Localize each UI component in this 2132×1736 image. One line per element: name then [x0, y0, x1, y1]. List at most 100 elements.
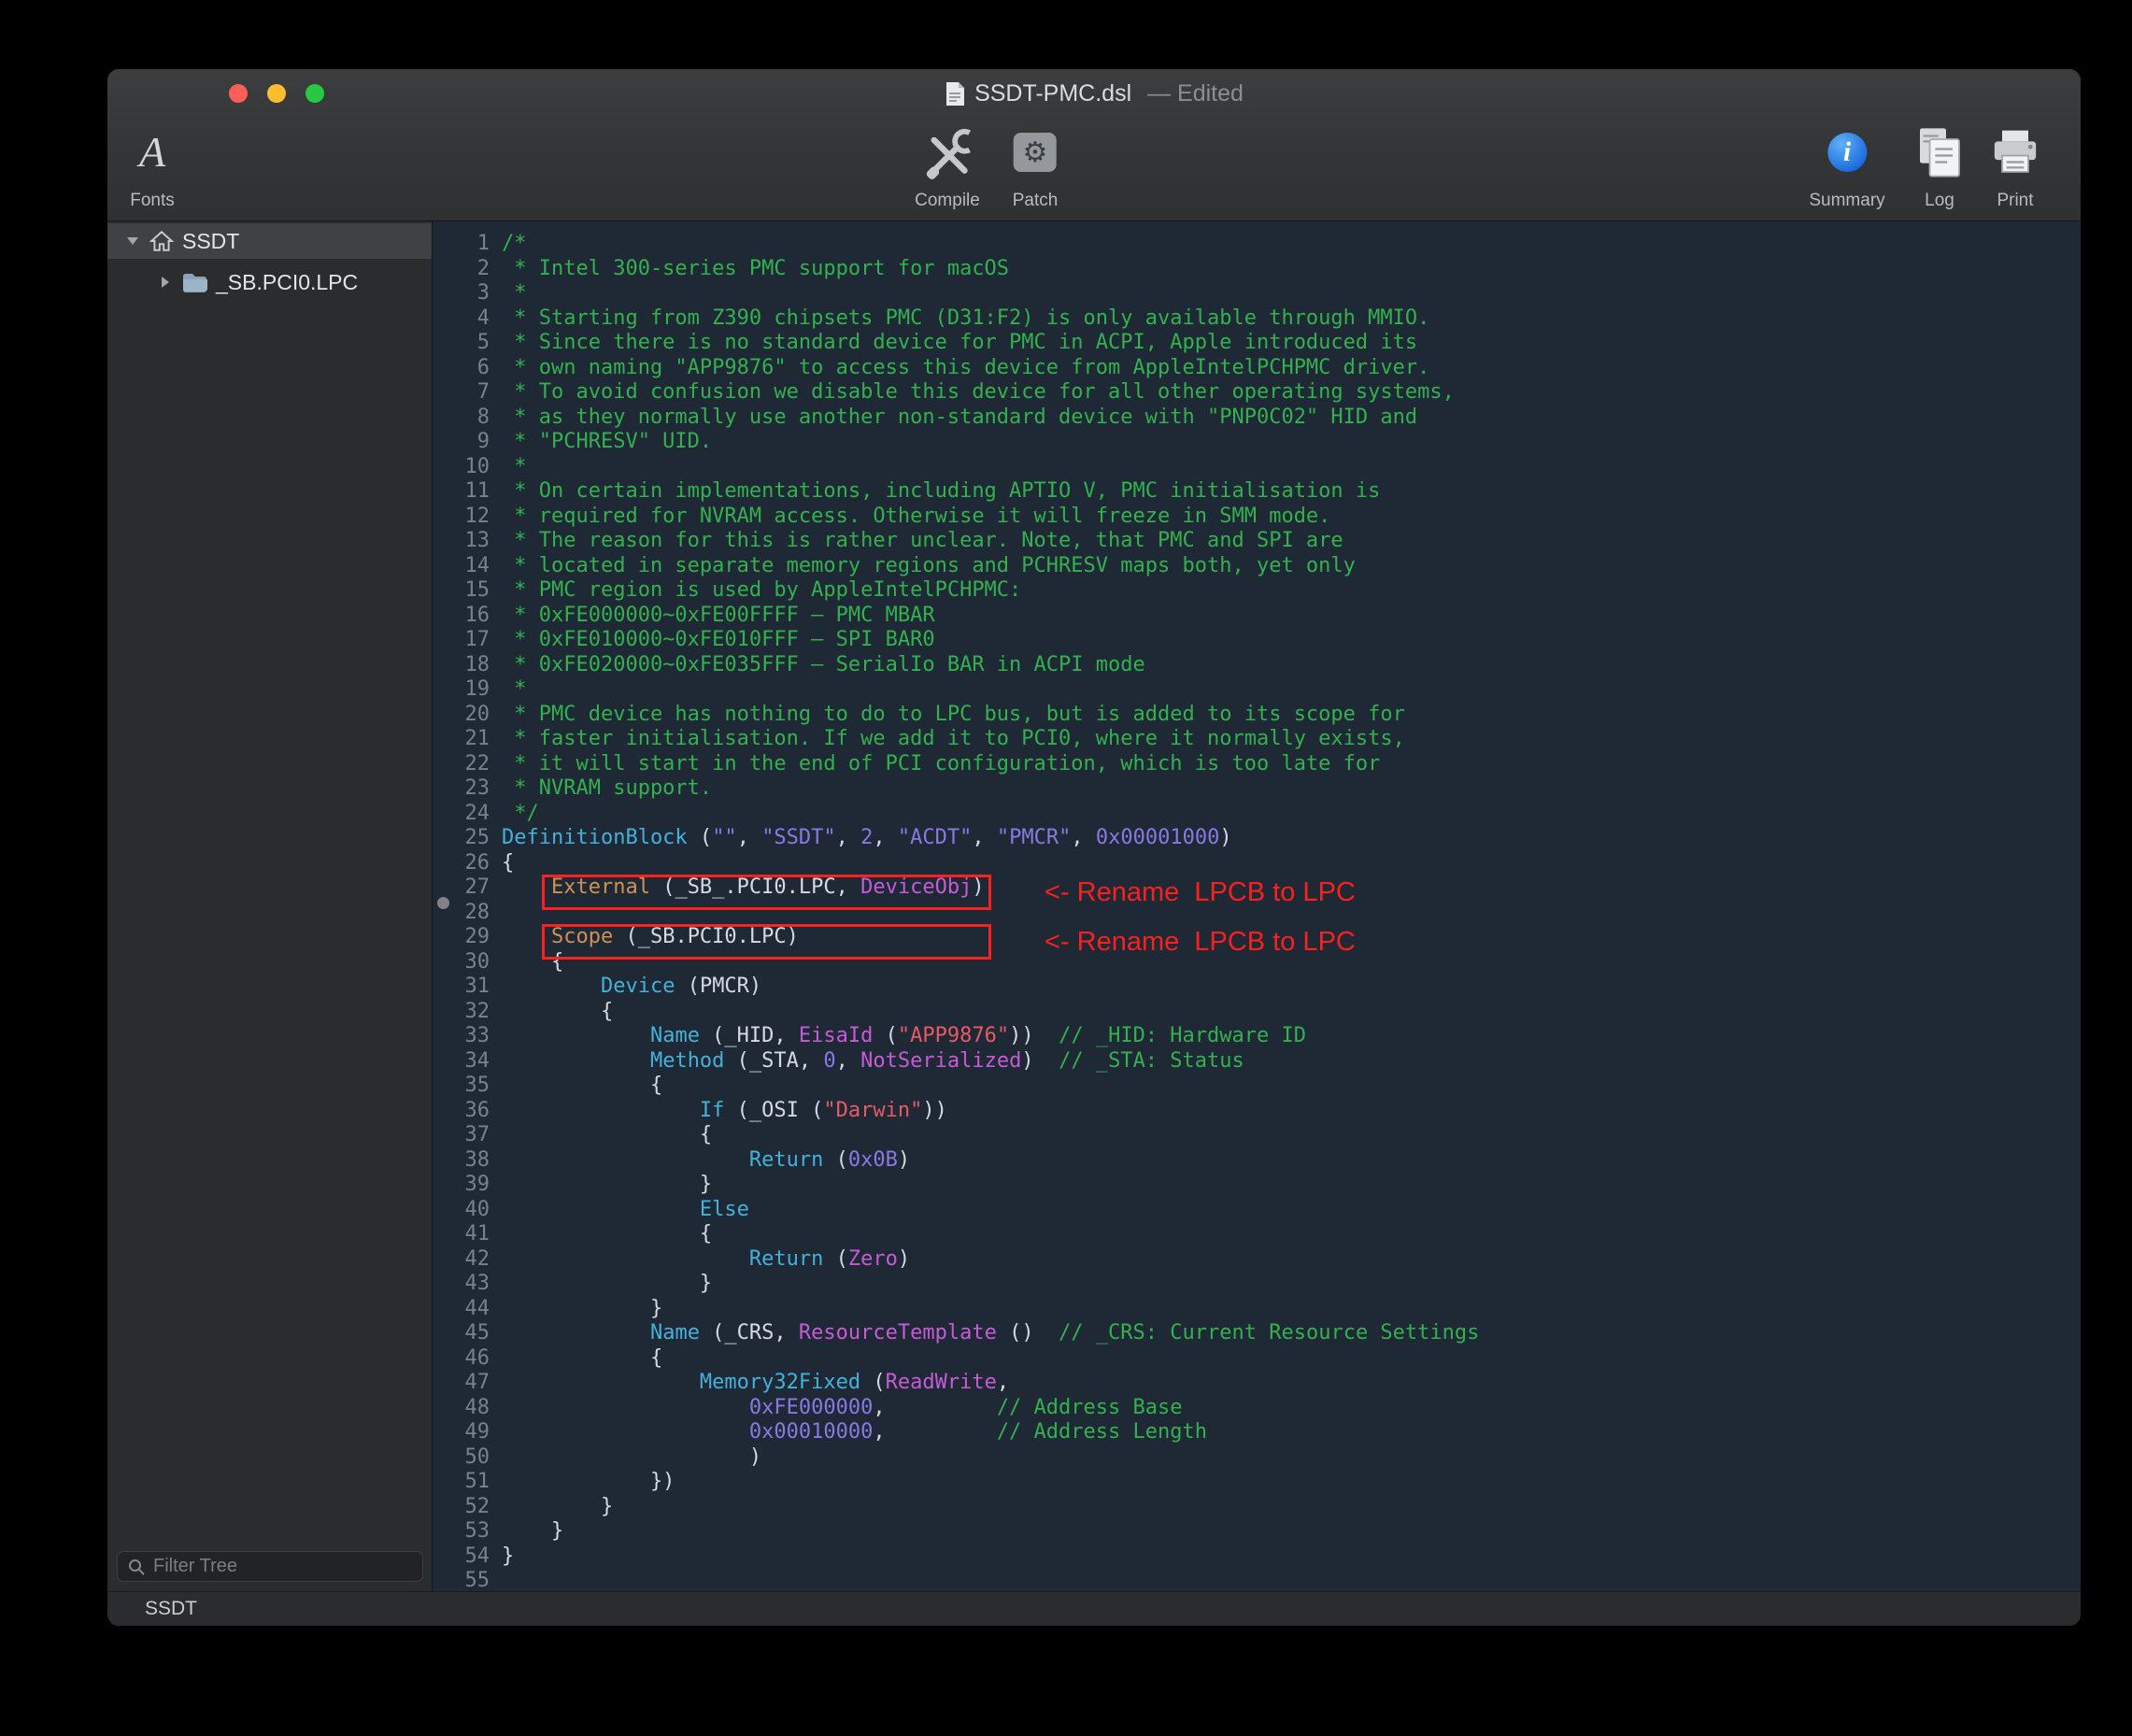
line-number: 44	[434, 1297, 490, 1322]
summary-label: Summary	[1809, 191, 1884, 211]
code-line: /*	[502, 232, 1479, 257]
window-header: SSDT-PMC.dsl — Edited A Fonts Compile	[107, 69, 2081, 221]
line-number: 38	[434, 1148, 490, 1174]
code-line: If (_OSI ("Darwin"))	[502, 1099, 1479, 1124]
fonts-button[interactable]: A Fonts	[130, 121, 175, 211]
sidebar-item-label: _SB.PCI0.LPC	[216, 270, 358, 295]
code-line: * Starting from Z390 chipsets PMC (D31:F…	[502, 306, 1479, 332]
line-number: 45	[434, 1321, 490, 1346]
code-line: Method (_STA, 0, NotSerialized) // _STA:…	[502, 1049, 1479, 1074]
code-line: * On certain implementations, including …	[502, 479, 1479, 505]
edited-badge: — Edited	[1141, 80, 1244, 107]
filter-input[interactable]	[153, 1556, 413, 1577]
fonts-icon: A	[139, 131, 165, 174]
code-line: *	[502, 281, 1479, 306]
compile-label: Compile	[915, 191, 980, 211]
line-number: 15	[434, 578, 490, 604]
line-number: 51	[434, 1470, 490, 1495]
rename-annotation-label: <- Rename LPCB to LPC	[1045, 924, 1356, 960]
disclosure-open-icon[interactable]	[124, 234, 141, 249]
code-line: Return (0x0B)	[502, 1148, 1479, 1174]
summary-button[interactable]: i Summary	[1809, 121, 1884, 211]
line-number: 54	[434, 1544, 490, 1570]
code-line: * 0xFE010000~0xFE010FFF – SPI BAR0	[502, 628, 1479, 653]
line-numbers: 1234567891011121314151617181920212223242…	[434, 232, 490, 1591]
code-line: * as they normally use another non-stand…	[502, 406, 1479, 431]
line-number: 4	[434, 306, 490, 332]
log-icon	[1915, 126, 1964, 178]
code-line: Else	[502, 1198, 1479, 1223]
house-icon	[149, 230, 174, 252]
log-label: Log	[1925, 191, 1954, 211]
code-line: * 0xFE000000~0xFE00FFFF – PMC MBAR	[502, 604, 1479, 629]
sidebar-item-sb-pci0-lpc[interactable]: _SB.PCI0.LPC	[107, 264, 432, 300]
line-number: 50	[434, 1445, 490, 1471]
line-number: 9	[434, 430, 490, 455]
rename-annotation-box-scope	[542, 924, 991, 960]
line-number: 5	[434, 331, 490, 356]
line-number: 29	[434, 925, 490, 950]
print-icon	[1989, 128, 2041, 177]
code-line: * Intel 300-series PMC support for macOS	[502, 257, 1479, 282]
line-number: 39	[434, 1173, 490, 1198]
code-line: {	[502, 1074, 1479, 1099]
log-button[interactable]: Log	[1915, 121, 1964, 211]
line-number: 22	[434, 752, 490, 777]
line-number: 52	[434, 1495, 490, 1520]
print-button[interactable]: Print	[1989, 121, 2041, 211]
code-line: }	[502, 1173, 1479, 1198]
line-number: 14	[434, 554, 490, 579]
folder-icon	[181, 272, 207, 292]
line-number: 55	[434, 1569, 490, 1591]
status-text: SSDT	[145, 1598, 197, 1620]
line-number: 19	[434, 677, 490, 703]
fonts-label: Fonts	[130, 191, 175, 211]
line-number: 49	[434, 1420, 490, 1445]
line-number: 23	[434, 776, 490, 802]
sidebar: SSDT _SB.PCI0.LPC	[107, 221, 433, 1591]
gutter-marker-dot	[437, 897, 449, 909]
patch-label: Patch	[1013, 191, 1059, 211]
line-number: 7	[434, 380, 490, 406]
code-line: {	[502, 1000, 1479, 1025]
patch-icon: ⚙	[1014, 133, 1057, 172]
code-editor[interactable]: 1234567891011121314151617181920212223242…	[434, 221, 2081, 1591]
code-line: 0x00010000, // Address Length	[502, 1420, 1479, 1445]
code-line: * 0xFE020000~0xFE035FFF – SerialIo BAR i…	[502, 653, 1479, 678]
line-number: 25	[434, 826, 490, 851]
line-number: 40	[434, 1198, 490, 1223]
compile-button[interactable]: Compile	[915, 121, 980, 211]
code-line: }	[502, 1544, 1479, 1570]
filter-field[interactable]	[117, 1551, 423, 1582]
line-number: 42	[434, 1247, 490, 1273]
code-line: Name (_CRS, ResourceTemplate () // _CRS:…	[502, 1321, 1479, 1346]
code-line: {	[502, 1123, 1479, 1148]
code-line: )	[502, 1445, 1479, 1471]
status-bar: SSDT	[107, 1591, 2081, 1626]
line-number: 10	[434, 455, 490, 480]
line-number: 8	[434, 406, 490, 431]
code-line: {	[502, 1346, 1479, 1372]
app-window: SSDT-PMC.dsl — Edited A Fonts Compile	[107, 69, 2081, 1626]
code-lines[interactable]: /* * Intel 300-series PMC support for ma…	[502, 232, 1479, 1591]
code-line: Return (Zero)	[502, 1247, 1479, 1273]
code-line: DefinitionBlock ("", "SSDT", 2, "ACDT", …	[502, 826, 1479, 851]
code-line: * faster initialisation. If we add it to…	[502, 727, 1479, 752]
line-number: 2	[434, 257, 490, 282]
code-line: 0xFE000000, // Address Base	[502, 1396, 1479, 1421]
patch-button[interactable]: ⚙ Patch	[1013, 121, 1059, 211]
print-label: Print	[1997, 191, 2033, 211]
code-line: Memory32Fixed (ReadWrite,	[502, 1371, 1479, 1396]
code-line: {	[502, 1222, 1479, 1247]
line-number: 31	[434, 975, 490, 1000]
window-title: SSDT-PMC.dsl	[974, 80, 1131, 107]
rename-annotation-label: <- Rename LPCB to LPC	[1045, 875, 1356, 910]
code-line: })	[502, 1470, 1479, 1495]
line-number: 12	[434, 505, 490, 530]
code-line: */	[502, 802, 1479, 827]
line-number: 24	[434, 802, 490, 827]
sidebar-item-ssdt[interactable]: SSDT	[107, 223, 432, 259]
disclosure-closed-icon[interactable]	[156, 275, 173, 290]
line-number: 47	[434, 1371, 490, 1396]
rename-annotation-box-external	[542, 875, 991, 910]
